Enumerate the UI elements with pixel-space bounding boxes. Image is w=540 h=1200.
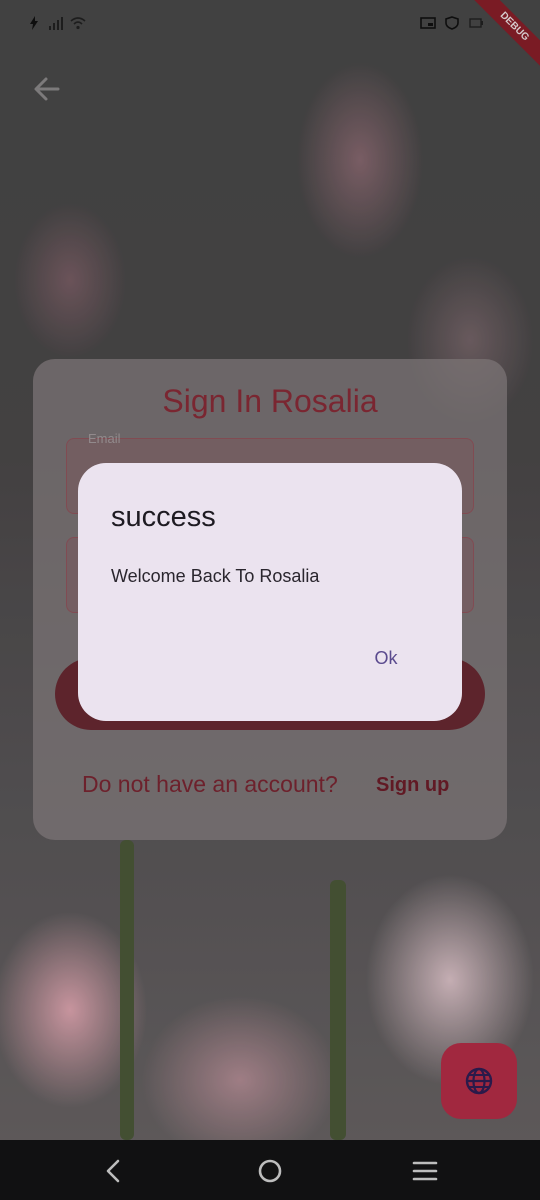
- ok-button[interactable]: Ok: [360, 639, 412, 677]
- dialog-message: Welcome Back To Rosalia: [111, 566, 320, 586]
- menu-icon[interactable]: [408, 1154, 442, 1188]
- language-fab[interactable]: [441, 1043, 517, 1119]
- dialog-title: success: [111, 501, 216, 533]
- globe-icon: [465, 1067, 493, 1095]
- home-icon[interactable]: [253, 1154, 287, 1188]
- navigation-bar: [0, 1140, 540, 1200]
- back-icon[interactable]: [97, 1154, 131, 1188]
- success-dialog: success Welcome Back To Rosalia Ok: [78, 463, 462, 721]
